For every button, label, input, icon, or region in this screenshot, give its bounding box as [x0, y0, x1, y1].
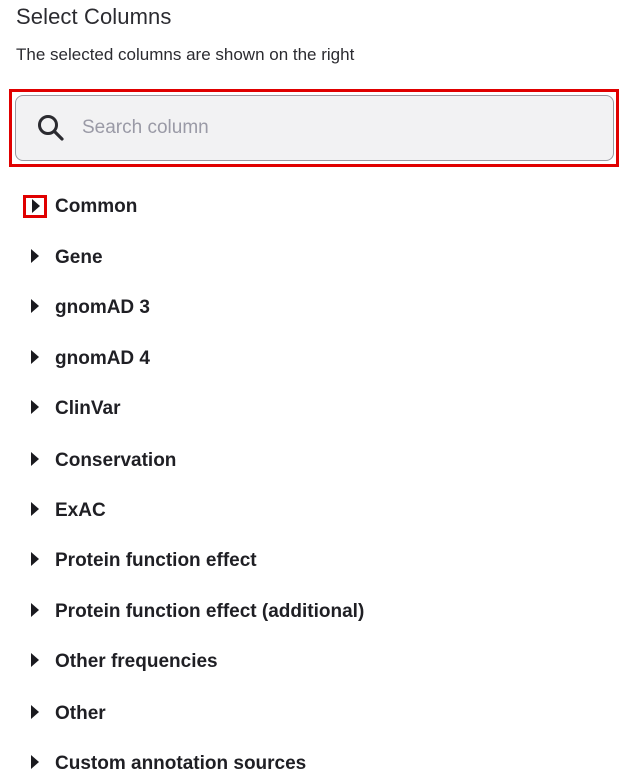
- column-group-label: Protein function effect (additional): [55, 601, 365, 622]
- caret-highlight-outline: [23, 195, 47, 218]
- caret-right-icon[interactable]: [31, 249, 39, 263]
- caret-right-icon[interactable]: [32, 199, 40, 213]
- caret-right-icon[interactable]: [31, 755, 39, 769]
- page-subtitle: The selected columns are shown on the ri…: [16, 45, 355, 64]
- column-group-gnomad-4[interactable]: gnomAD 4: [0, 337, 628, 377]
- column-group-label: ClinVar: [55, 398, 121, 419]
- column-group-other[interactable]: Other: [0, 692, 628, 732]
- search-input[interactable]: [82, 110, 582, 146]
- column-group-label: Gene: [55, 247, 103, 268]
- column-group-gene[interactable]: Gene: [0, 236, 628, 276]
- column-group-label: Conservation: [55, 450, 177, 471]
- caret-right-icon[interactable]: [31, 350, 39, 364]
- column-group-clinvar[interactable]: ClinVar: [0, 387, 628, 427]
- select-columns-panel: Select Columns The selected columns are …: [0, 0, 628, 784]
- caret-right-icon[interactable]: [31, 452, 39, 466]
- caret-right-icon[interactable]: [31, 400, 39, 414]
- caret-right-icon[interactable]: [31, 299, 39, 313]
- column-group-exac[interactable]: ExAC: [0, 489, 628, 529]
- column-group-label: gnomAD 3: [55, 297, 150, 318]
- page-title: Select Columns: [16, 4, 172, 29]
- caret-right-icon[interactable]: [31, 603, 39, 617]
- column-group-protein-function-effect-additional[interactable]: Protein function effect (additional): [0, 590, 628, 630]
- column-group-label: Other frequencies: [55, 651, 218, 672]
- column-group-label: gnomAD 4: [55, 348, 150, 369]
- search-field[interactable]: [15, 95, 614, 161]
- column-group-label: ExAC: [55, 500, 106, 521]
- column-group-label: Protein function effect: [55, 550, 257, 571]
- caret-right-icon[interactable]: [31, 653, 39, 667]
- column-group-common[interactable]: Common: [0, 185, 628, 225]
- column-group-label: Other: [55, 703, 106, 724]
- column-group-label: Common: [55, 196, 138, 217]
- search-icon: [38, 115, 64, 141]
- column-group-conservation[interactable]: Conservation: [0, 439, 628, 479]
- caret-right-icon[interactable]: [31, 502, 39, 516]
- column-group-other-frequencies[interactable]: Other frequencies: [0, 640, 628, 680]
- column-group-custom-annotation-sources[interactable]: Custom annotation sources: [0, 742, 628, 782]
- column-group-gnomad-3[interactable]: gnomAD 3: [0, 286, 628, 326]
- column-group-label: Custom annotation sources: [55, 753, 307, 774]
- caret-right-icon[interactable]: [31, 705, 39, 719]
- caret-right-icon[interactable]: [31, 552, 39, 566]
- column-group-protein-function-effect[interactable]: Protein function effect: [0, 539, 628, 579]
